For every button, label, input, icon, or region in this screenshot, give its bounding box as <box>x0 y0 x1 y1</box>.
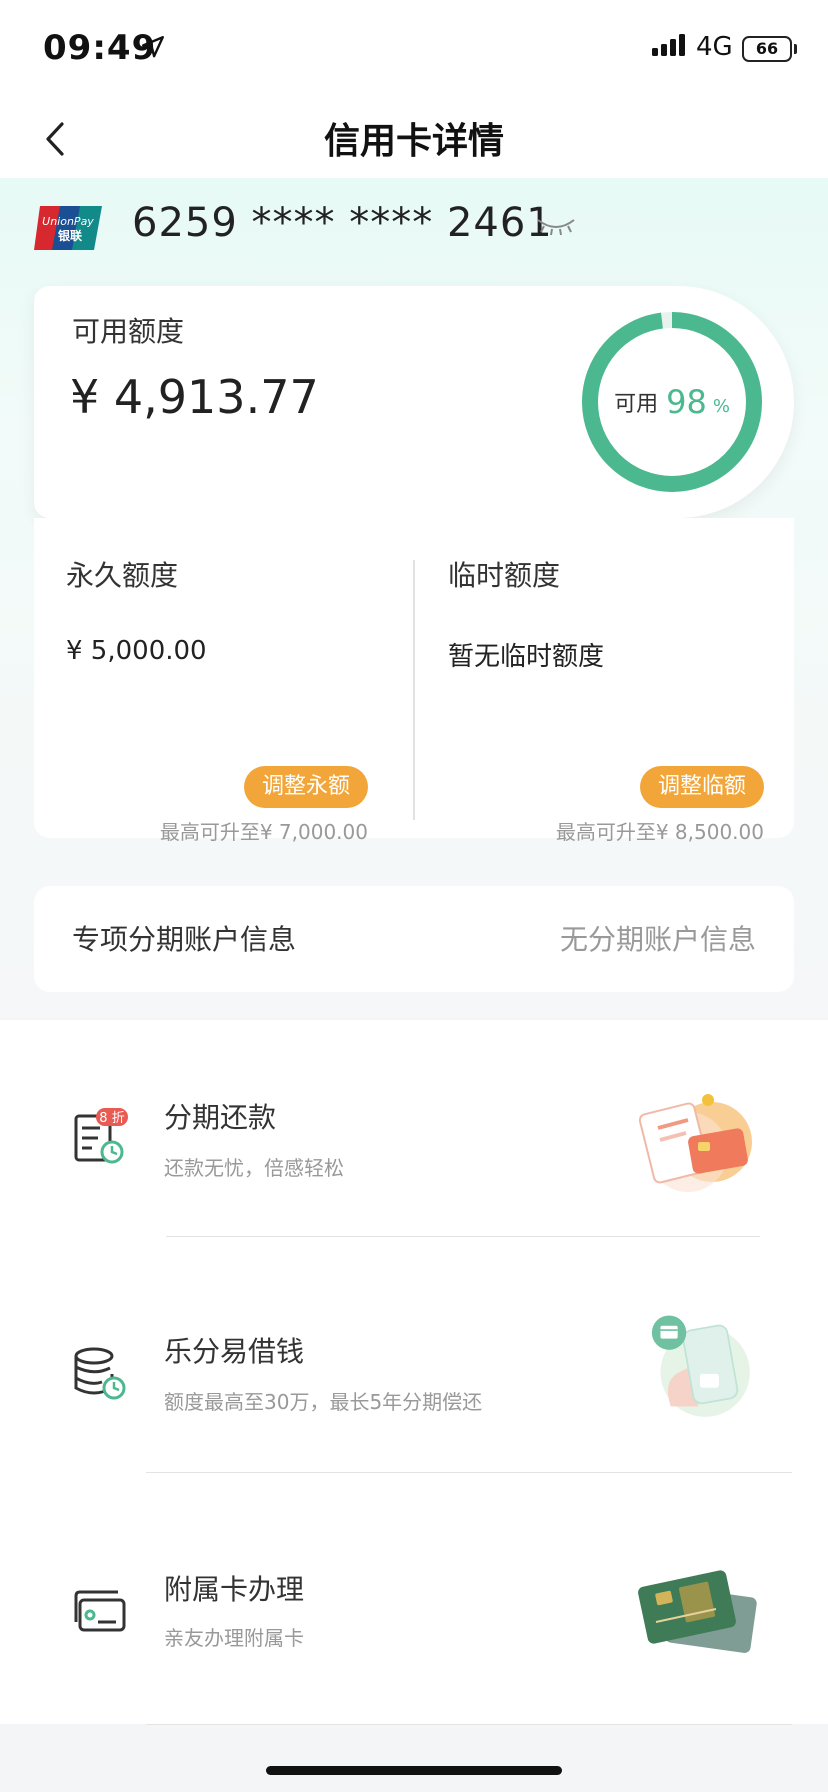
permanent-limit-max-note: 最高可升至¥ 7,000.00 <box>159 820 368 844</box>
available-credit-amount: ¥ 4,913.77 <box>70 370 319 424</box>
battery-icon: 66 <box>742 36 797 62</box>
home-indicator <box>266 1766 562 1775</box>
nav-bar: 信用卡详情 <box>0 100 828 178</box>
list-divider <box>146 1724 792 1725</box>
status-bar: 09:49 4G 66 <box>0 0 828 100</box>
adjust-temporary-button[interactable]: 调整临额 <box>639 766 764 808</box>
service-name: 附属卡办理 <box>164 1573 305 1606</box>
card-summary-section: UnionPay 银联 6259 **** **** 2461 可用额度 ¥ 4… <box>0 178 828 1018</box>
eye-closed-icon[interactable] <box>536 216 576 238</box>
permanent-limit-title: 永久额度 <box>66 559 179 592</box>
page-title: 信用卡详情 <box>323 121 504 162</box>
unionpay-logo-text: UnionPay <box>42 215 94 228</box>
list-divider <box>146 1472 792 1473</box>
loan-illustration-icon <box>651 1315 750 1417</box>
unionpay-logo-cn: 银联 <box>58 228 82 243</box>
signal-icon <box>652 34 685 56</box>
ring-percent: 98 <box>666 383 707 421</box>
adjust-permanent-button[interactable]: 调整永额 <box>243 766 368 808</box>
card-number: 6259 **** **** 2461 <box>132 200 553 246</box>
installment-account-label: 专项分期账户信息 <box>72 923 297 956</box>
unionpay-logo-icon: UnionPay 银联 <box>34 206 102 250</box>
location-arrow-icon <box>142 36 164 58</box>
card-icon <box>74 1590 126 1632</box>
temporary-limit-column: 临时额度 暂无临时额度 调整临额 最高可升至¥ 8,500.00 <box>416 518 794 844</box>
service-subtitle: 亲友办理附属卡 <box>164 1626 304 1650</box>
ring-available-label: 可用 <box>614 392 659 417</box>
ring-percent-unit: % <box>712 395 730 417</box>
list-item-supplementary-card[interactable]: 附属卡办理 亲友办理附属卡 <box>0 1492 828 1727</box>
service-name: 分期还款 <box>164 1101 277 1134</box>
available-credit-label: 可用额度 <box>72 315 185 348</box>
service-subtitle: 还款无忧，倍感轻松 <box>164 1156 344 1180</box>
temporary-limit-max-note: 最高可升至¥ 8,500.00 <box>555 820 764 844</box>
ring-label: 可用 98 % <box>580 310 764 494</box>
coins-clock-icon <box>74 1347 126 1400</box>
bill-clock-icon: 8 折 <box>74 1108 128 1164</box>
list-item-loan[interactable]: 乐分易借钱 额度最高至30万，最长5年分期偿还 <box>0 1256 828 1491</box>
credit-limit-card: 永久额度 ¥ 5,000.00 调整永额 最高可升至¥ 7,000.00 临时额… <box>34 518 794 844</box>
installment-illustration-icon <box>638 1094 752 1192</box>
column-divider <box>413 560 415 820</box>
permanent-limit-column: 永久额度 ¥ 5,000.00 调整永额 最高可升至¥ 7,000.00 <box>34 518 412 844</box>
permanent-limit-value: ¥ 5,000.00 <box>66 636 207 666</box>
available-credit-card: 可用额度 ¥ 4,913.77 可用 98 % <box>34 286 794 518</box>
services-list: 8 折 分期还款 还款无忧，倍感轻松 乐分易借钱 额度最高至30万，最长5年分期… <box>0 1020 828 1727</box>
list-item-installment-repay[interactable]: 8 折 分期还款 还款无忧，倍感轻松 <box>0 1020 828 1255</box>
list-divider <box>166 1236 760 1237</box>
installment-account-row[interactable]: 专项分期账户信息 无分期账户信息 <box>34 886 794 992</box>
temporary-limit-value: 暂无临时额度 <box>448 642 605 672</box>
network-type: 4G <box>696 32 733 62</box>
installment-account-value: 无分期账户信息 <box>559 923 756 956</box>
service-subtitle: 额度最高至30万，最长5年分期偿还 <box>164 1390 483 1414</box>
service-name: 乐分易借钱 <box>164 1335 305 1368</box>
supplementary-card-illustration-icon <box>638 1570 757 1653</box>
temporary-limit-title: 临时额度 <box>448 559 561 592</box>
discount-badge: 8 折 <box>99 1111 124 1126</box>
